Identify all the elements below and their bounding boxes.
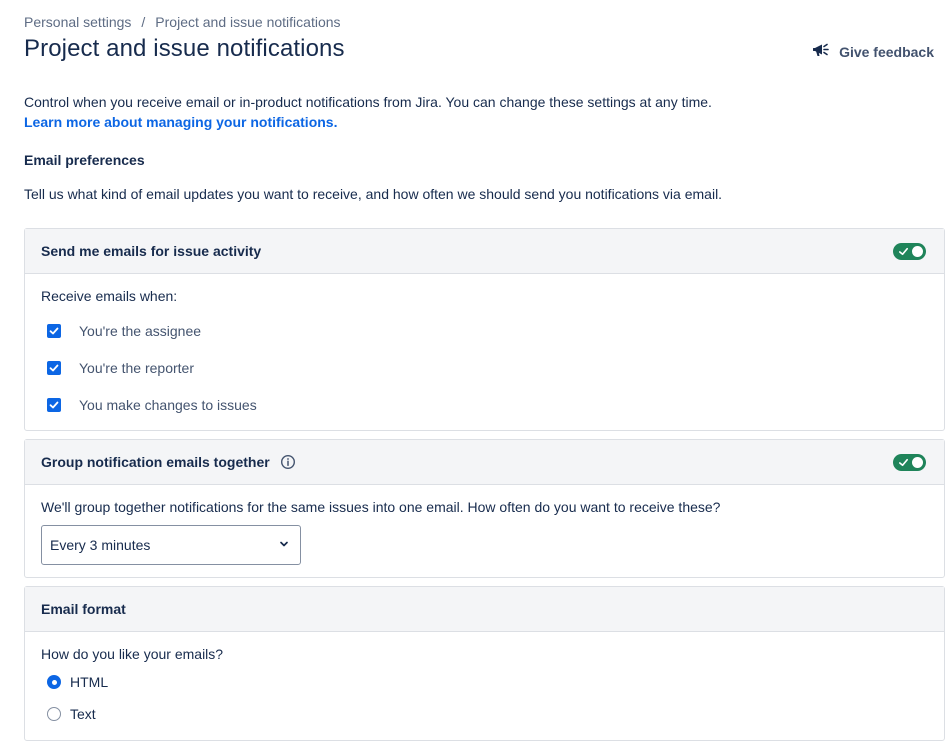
grouping-card: Group notification emails together We'll…	[24, 439, 945, 578]
reporter-label: You're the reporter	[79, 360, 195, 376]
changes-checkbox[interactable]	[47, 398, 61, 412]
page-title: Project and issue notifications	[24, 35, 345, 62]
check-icon	[899, 247, 908, 256]
issue-activity-card: Send me emails for issue activity Receiv…	[24, 228, 945, 431]
grouping-body: We'll group together notifications for t…	[25, 485, 944, 579]
email-format-header: Email format	[25, 587, 944, 632]
option-reporter: You're the reporter	[41, 358, 928, 378]
learn-more-link[interactable]: Learn more about managing your notificat…	[24, 114, 337, 130]
html-label: HTML	[70, 674, 109, 690]
breadcrumb-personal-settings[interactable]: Personal settings	[24, 14, 131, 30]
toggle-knob	[912, 457, 923, 468]
frequency-value: Every 3 minutes	[50, 537, 151, 553]
breadcrumb: Personal settings / Project and issue no…	[24, 14, 341, 30]
check-icon	[49, 327, 59, 335]
issue-activity-title: Send me emails for issue activity	[41, 243, 262, 259]
email-preferences-description: Tell us what kind of email updates you w…	[24, 186, 723, 202]
info-icon[interactable]	[280, 454, 296, 470]
intro-text: Control when you receive email or in-pro…	[24, 94, 712, 110]
text-label: Text	[70, 706, 96, 722]
email-format-body: How do you like your emails? HTML Text	[25, 632, 944, 738]
assignee-checkbox[interactable]	[47, 324, 61, 338]
check-icon	[49, 401, 59, 409]
format-option-text: Text	[41, 704, 928, 724]
reporter-checkbox[interactable]	[47, 361, 61, 375]
megaphone-icon	[811, 40, 831, 63]
html-radio[interactable]	[47, 675, 61, 689]
check-icon	[49, 364, 59, 372]
check-icon	[899, 458, 908, 467]
issue-activity-toggle[interactable]	[893, 243, 926, 260]
issue-activity-body: Receive emails when: You're the assignee…	[25, 274, 944, 429]
chevron-down-icon	[278, 537, 290, 553]
frequency-select[interactable]: Every 3 minutes	[41, 525, 301, 565]
option-assignee: You're the assignee	[41, 321, 928, 341]
grouping-title: Group notification emails together	[41, 454, 270, 470]
format-option-html: HTML	[41, 672, 928, 692]
intro: Control when you receive email or in-pro…	[24, 92, 712, 132]
email-preferences-heading: Email preferences	[24, 152, 145, 168]
breadcrumb-separator: /	[141, 14, 146, 30]
issue-activity-header: Send me emails for issue activity	[25, 229, 944, 274]
grouping-header: Group notification emails together	[25, 440, 944, 485]
email-format-prompt: How do you like your emails?	[41, 646, 224, 662]
grouping-toggle[interactable]	[893, 454, 926, 471]
assignee-label: You're the assignee	[79, 323, 202, 339]
text-radio[interactable]	[47, 707, 61, 721]
email-format-title: Email format	[41, 601, 126, 617]
toggle-knob	[912, 246, 923, 257]
give-feedback-button[interactable]: Give feedback	[811, 40, 934, 63]
email-format-card: Email format How do you like your emails…	[24, 586, 945, 741]
option-changes: You make changes to issues	[41, 395, 928, 415]
grouping-description: We'll group together notifications for t…	[41, 499, 721, 515]
receive-emails-prompt: Receive emails when:	[41, 288, 178, 304]
changes-label: You make changes to issues	[79, 397, 257, 413]
notifications-page: Personal settings / Project and issue no…	[0, 0, 952, 756]
breadcrumb-current[interactable]: Project and issue notifications	[155, 14, 340, 30]
give-feedback-label: Give feedback	[839, 43, 934, 60]
